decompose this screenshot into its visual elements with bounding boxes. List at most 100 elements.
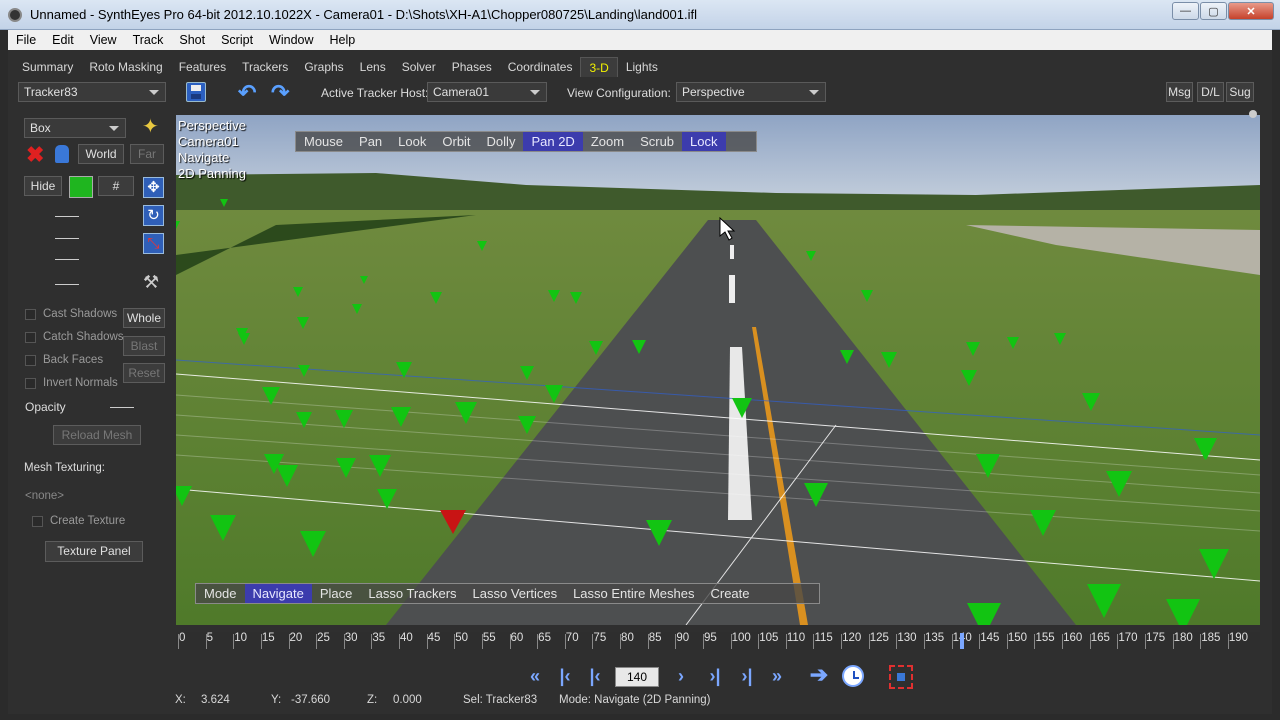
timeline-tick-label: 90 xyxy=(676,632,690,644)
menu-file[interactable]: File xyxy=(8,33,44,47)
active-tracker-host-select[interactable]: Camera01 xyxy=(427,82,547,102)
invert-normals-checkbox[interactable] xyxy=(25,378,36,389)
field-dash[interactable] xyxy=(55,259,79,260)
mouse-mode-zoom[interactable]: Zoom xyxy=(583,132,632,151)
timeline-tick-label: 0 xyxy=(179,632,186,644)
mesh-texturing-label: Mesh Texturing: xyxy=(24,462,105,474)
clock-icon[interactable] xyxy=(842,665,864,687)
mouse-mode-pan-2d[interactable]: Pan 2D xyxy=(523,132,583,151)
x-label: X: xyxy=(175,694,186,706)
edit-mode-create[interactable]: Create xyxy=(702,584,757,603)
tab-lens[interactable]: Lens xyxy=(352,57,394,77)
scale-icon[interactable]: ⤡ xyxy=(143,233,164,254)
mouse-mode-look[interactable]: Look xyxy=(390,132,434,151)
wrench-icon[interactable]: ⚒ xyxy=(143,272,159,293)
menu-help[interactable]: Help xyxy=(322,33,364,47)
whole-button[interactable]: Whole xyxy=(123,308,165,328)
tracker-select[interactable]: Tracker83 xyxy=(18,82,166,102)
tab-summary[interactable]: Summary xyxy=(14,57,81,77)
tab-phases[interactable]: Phases xyxy=(444,57,500,77)
timeline-playhead[interactable] xyxy=(960,633,964,649)
fast-forward-icon[interactable]: » xyxy=(766,666,788,687)
msg-button[interactable]: Msg xyxy=(1166,82,1193,102)
world-button[interactable]: World xyxy=(78,144,124,164)
mouse-mode-orbit[interactable]: Orbit xyxy=(434,132,478,151)
timeline-tick-label: 35 xyxy=(372,632,386,644)
last-key-icon[interactable]: ›| xyxy=(736,666,758,687)
step-back-icon[interactable]: |‹ xyxy=(584,666,606,687)
mouse-mode-scrub[interactable]: Scrub xyxy=(632,132,682,151)
play-forward-icon[interactable]: › xyxy=(670,666,692,687)
room-tabs: Summary Roto Masking Features Trackers G… xyxy=(8,56,1272,78)
undo-icon[interactable]: ↶ xyxy=(238,80,256,106)
close-button[interactable]: ✕ xyxy=(1228,2,1274,20)
redo-icon[interactable]: ↷ xyxy=(271,80,289,106)
mouse-mode-lock[interactable]: Lock xyxy=(682,132,726,151)
edit-mode-lasso-entire-meshes[interactable]: Lasso Entire Meshes xyxy=(565,584,702,603)
field-dash[interactable] xyxy=(55,238,79,239)
field-dash[interactable] xyxy=(55,216,79,217)
frame-number-field[interactable]: 140 xyxy=(615,667,659,687)
maximize-button[interactable]: ▢ xyxy=(1200,2,1227,20)
timeline-tick-label: 40 xyxy=(400,632,413,644)
view-configuration-select[interactable]: Perspective xyxy=(676,82,826,102)
menu-view[interactable]: View xyxy=(82,33,125,47)
dl-button[interactable]: D/L xyxy=(1197,82,1224,102)
mouse-mode-pan[interactable]: Pan xyxy=(351,132,390,151)
selection-status: Sel: Tracker83 xyxy=(463,694,538,706)
move-icon[interactable]: ✥ xyxy=(143,177,164,198)
forward-arrow-icon[interactable]: ➔ xyxy=(808,662,830,688)
rewind-to-start-icon[interactable]: « xyxy=(524,666,546,687)
viewport-scene[interactable] xyxy=(176,115,1260,625)
menu-track[interactable]: Track xyxy=(125,33,172,47)
edit-mode-lasso-vertices[interactable]: Lasso Vertices xyxy=(465,584,566,603)
sug-button[interactable]: Sug xyxy=(1226,82,1254,102)
delete-icon[interactable]: ✖ xyxy=(26,144,44,166)
menu-edit[interactable]: Edit xyxy=(44,33,82,47)
tab-coordinates[interactable]: Coordinates xyxy=(500,57,581,77)
field-dash[interactable] xyxy=(55,284,79,285)
opacity-field[interactable] xyxy=(110,407,134,408)
blast-button[interactable]: Blast xyxy=(123,336,165,356)
tab-features[interactable]: Features xyxy=(171,57,234,77)
first-key-icon[interactable]: |‹ xyxy=(554,666,576,687)
tab-3d[interactable]: 3-D xyxy=(580,57,618,77)
reset-button[interactable]: Reset xyxy=(123,363,165,383)
tab-solver[interactable]: Solver xyxy=(394,57,444,77)
step-forward-icon[interactable]: ›| xyxy=(704,666,726,687)
tab-lights[interactable]: Lights xyxy=(618,57,666,77)
timeline-bar[interactable]: 0 5 10 15 20 25 30 35 40 45 50 55 60 65 70 75 80 85 90 95 10… xyxy=(176,632,1260,650)
reload-mesh-button[interactable]: Reload Mesh xyxy=(53,425,141,445)
timeline-tick-label: 120 xyxy=(842,632,862,644)
catch-shadows-checkbox[interactable] xyxy=(25,332,36,343)
mouse-mode-dolly[interactable]: Dolly xyxy=(479,132,524,151)
back-faces-checkbox[interactable] xyxy=(25,355,36,366)
save-icon[interactable] xyxy=(186,82,206,102)
timeline-tick-label: 160 xyxy=(1063,632,1083,644)
menu-shot[interactable]: Shot xyxy=(171,33,213,47)
rotate-icon[interactable]: ↻ xyxy=(143,205,164,226)
perspective-viewport[interactable]: Perspective Camera01 Navigate 2D Panning… xyxy=(176,115,1260,625)
menu-script[interactable]: Script xyxy=(213,33,261,47)
mesh-color-swatch[interactable] xyxy=(69,176,93,198)
mesh-type-select[interactable]: Box xyxy=(24,118,126,138)
cast-shadows-checkbox[interactable] xyxy=(25,309,36,320)
edit-mode-lasso-trackers[interactable]: Lasso Trackers xyxy=(360,584,464,603)
fit-view-icon[interactable] xyxy=(889,665,913,689)
hide-button[interactable]: Hide xyxy=(24,176,62,196)
edit-mode-place[interactable]: Place xyxy=(312,584,361,603)
hash-button[interactable]: # xyxy=(98,176,134,196)
viewport-corner-icon[interactable] xyxy=(1249,110,1257,118)
texture-panel-button[interactable]: Texture Panel xyxy=(45,541,143,562)
tab-graphs[interactable]: Graphs xyxy=(296,57,351,77)
lock-icon[interactable] xyxy=(55,145,69,163)
create-texture-checkbox[interactable] xyxy=(32,516,43,527)
far-button[interactable]: Far xyxy=(130,144,164,164)
minimize-button[interactable]: — xyxy=(1172,2,1199,20)
tab-trackers[interactable]: Trackers xyxy=(234,57,296,77)
timeline-tick-label: 130 xyxy=(897,632,917,644)
tab-roto-masking[interactable]: Roto Masking xyxy=(81,57,170,77)
magic-wand-icon[interactable]: ✦ xyxy=(142,114,159,139)
menu-window[interactable]: Window xyxy=(261,33,321,47)
edit-mode-navigate[interactable]: Navigate xyxy=(244,584,312,603)
